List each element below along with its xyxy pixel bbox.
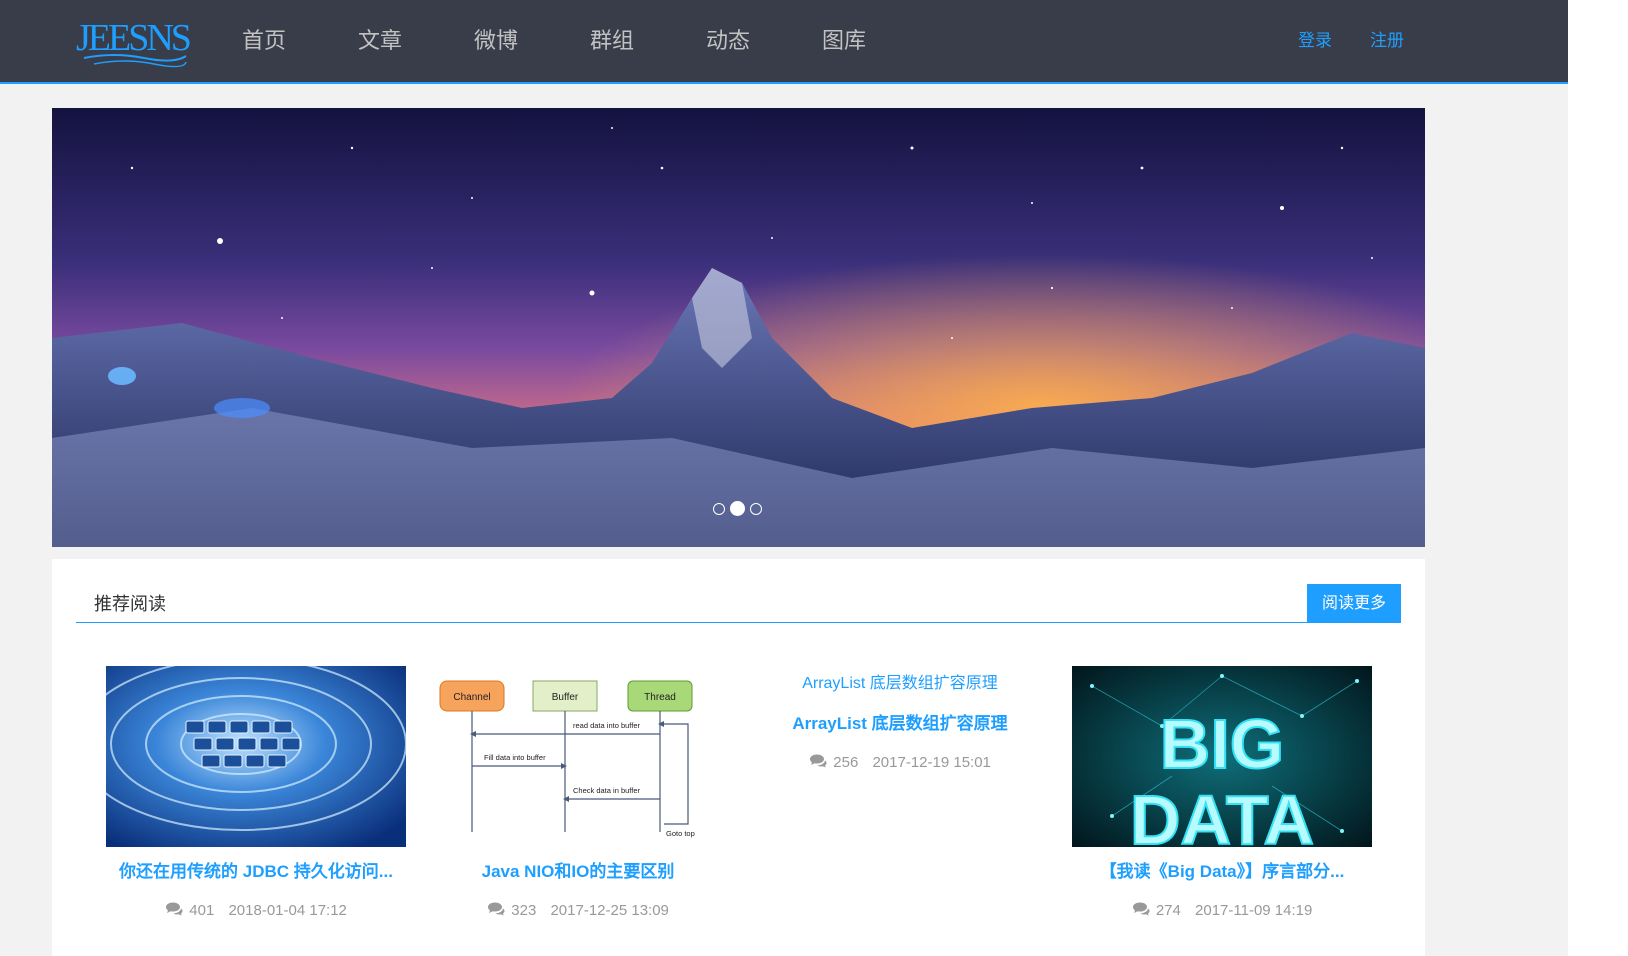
article-card: Channel Buffer Thread read data into buf… xyxy=(428,666,728,919)
recommend-panel: 推荐阅读 阅读更多 你还在用传统的 JDBC 持久化访问... 401 2018… xyxy=(52,559,1425,956)
article-title[interactable]: 你还在用传统的 JDBC 持久化访问... xyxy=(106,857,406,882)
top-navbar: JEESNS 首页 文章 微博 群组 动态 图库 登录 注册 xyxy=(0,0,1568,84)
nav-weibo[interactable]: 微博 xyxy=(438,0,554,82)
carousel-dot-1[interactable] xyxy=(713,502,725,515)
svg-text:read data into buffer: read data into buffer xyxy=(573,721,640,730)
article-date: 2017-12-19 15:01 xyxy=(872,754,991,771)
comment-count: 274 xyxy=(1155,902,1181,919)
svg-text:Buffer: Buffer xyxy=(552,692,579,703)
article-meta: 274 2017-11-09 14:19 xyxy=(1072,902,1372,919)
comment-count: 401 xyxy=(189,902,215,919)
nav-articles[interactable]: 文章 xyxy=(322,0,438,82)
svg-text:BIG: BIG xyxy=(1160,705,1284,783)
article-card: 你还在用传统的 JDBC 持久化访问... 401 2018-01-04 17:… xyxy=(106,666,406,919)
article-date: 2017-11-09 14:19 xyxy=(1195,902,1313,919)
recommend-header: 推荐阅读 阅读更多 xyxy=(76,584,1401,623)
nav-home[interactable]: 首页 xyxy=(206,0,322,82)
comment-icon xyxy=(810,754,827,768)
article-meta: 401 2018-01-04 17:12 xyxy=(106,902,406,919)
page-right-margin xyxy=(1568,0,1628,956)
article-card: BIG DATA 【我读《Big Data》】序言部分... 274 2017-… xyxy=(1072,666,1372,919)
article-date: 2018-01-04 17:12 xyxy=(228,902,347,919)
carousel-dot-2[interactable] xyxy=(730,501,745,516)
nav-groups[interactable]: 群组 xyxy=(554,0,670,82)
big-data-image[interactable]: BIG DATA xyxy=(1072,666,1372,847)
comment-count: 256 xyxy=(833,754,859,771)
login-link[interactable]: 登录 xyxy=(1298,0,1332,82)
article-title[interactable]: Java NIO和IO的主要区别 xyxy=(428,857,728,882)
site-logo[interactable]: JEESNS xyxy=(74,14,193,70)
article-meta: 323 2017-12-25 13:09 xyxy=(428,902,728,919)
register-link[interactable]: 注册 xyxy=(1370,0,1404,82)
nav-gallery[interactable]: 图库 xyxy=(786,0,902,82)
svg-text:JEESNS: JEESNS xyxy=(76,17,190,59)
article-meta: 256 2017-12-19 15:01 xyxy=(750,754,1050,771)
svg-text:Fill data into buffer: Fill data into buffer xyxy=(484,753,546,762)
main-nav: 首页 文章 微博 群组 动态 图库 xyxy=(206,0,902,82)
comment-icon xyxy=(488,902,505,916)
article-date: 2017-12-25 13:09 xyxy=(550,902,669,919)
auth-links: 登录 注册 xyxy=(1298,0,1404,82)
svg-text:Channel: Channel xyxy=(453,692,490,703)
read-more-button[interactable]: 阅读更多 xyxy=(1307,584,1401,623)
article-summary: ArrayList 底层数组扩容原理 xyxy=(802,675,998,692)
carousel-indicators xyxy=(713,501,762,516)
mountain-night-sky-image xyxy=(52,108,1425,547)
nio-sequence-diagram[interactable]: Channel Buffer Thread read data into buf… xyxy=(428,666,728,847)
keyboard-water-image[interactable] xyxy=(106,666,406,847)
article-card: ArrayList 底层数组扩容原理 ArrayList 底层数组扩容原理 25… xyxy=(750,669,1050,771)
banner-carousel[interactable] xyxy=(52,108,1425,547)
comment-count: 323 xyxy=(511,902,537,919)
recommend-title: 推荐阅读 xyxy=(94,594,166,614)
svg-text:Check data in buffer: Check data in buffer xyxy=(573,786,640,795)
article-title[interactable]: ArrayList 底层数组扩容原理 xyxy=(750,709,1050,734)
nav-activity[interactable]: 动态 xyxy=(670,0,786,82)
svg-text:DATA: DATA xyxy=(1130,781,1314,847)
svg-text:Goto top: Goto top xyxy=(666,829,695,838)
carousel-dot-3[interactable] xyxy=(750,502,762,515)
comment-icon xyxy=(1132,902,1150,916)
svg-text:Thread: Thread xyxy=(644,692,676,703)
comment-icon xyxy=(166,902,183,916)
article-title[interactable]: 【我读《Big Data》】序言部分... xyxy=(1072,857,1372,882)
